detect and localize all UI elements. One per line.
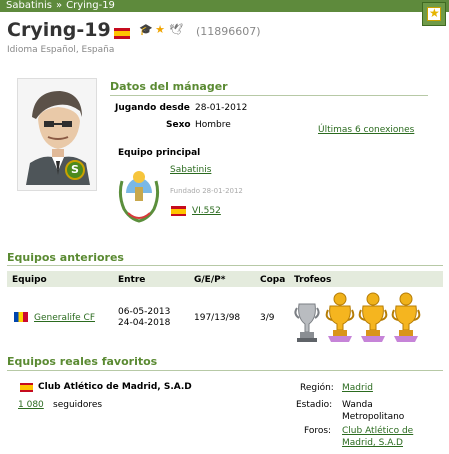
main-team-label: Equipo principal: [118, 148, 201, 158]
favorite-star-icon: ★: [427, 6, 441, 21]
star-icon[interactable]: ★: [154, 24, 166, 36]
playing-since-label: Jugando desde: [115, 103, 190, 113]
favorite-club-name: Club Atlético de Madrid, S.A.D: [38, 382, 192, 392]
divider: [7, 370, 443, 371]
column-header-trophies: Trofeos: [294, 275, 332, 285]
region-label: Región:: [300, 383, 334, 393]
region-link[interactable]: Madrid: [342, 383, 373, 393]
followers-count-link[interactable]: 1 080: [18, 400, 44, 410]
stadium-name-line2: Metropolitano: [342, 412, 405, 422]
team-founded: Fundado 28-01-2012: [170, 187, 243, 195]
page-title: Crying-19: [7, 19, 111, 41]
stadium-label: Estadio:: [296, 400, 333, 410]
manager-language-country: Idioma Español, España: [7, 45, 115, 55]
playing-since-value: 28-01-2012: [195, 103, 248, 113]
manager-data-heading: Datos del mánager: [110, 80, 228, 93]
date-to: 24-04-2018: [118, 318, 171, 328]
divider: [110, 95, 428, 96]
favorite-teams-heading: Equipos reales favoritos: [7, 355, 158, 368]
last-connections-link[interactable]: Últimas 6 conexiones: [318, 125, 414, 135]
manager-id: (11896607): [196, 25, 261, 38]
main-team-link[interactable]: Sabatinis: [170, 165, 211, 175]
club-crest-icon: [118, 171, 160, 223]
previous-teams-heading: Equipos anteriores: [7, 251, 124, 264]
spain-flag-icon: [171, 206, 186, 216]
forums-link-line1[interactable]: Club Atlético de: [342, 426, 413, 436]
spain-flag-icon: [20, 383, 33, 392]
moldova-flag-icon: [14, 312, 28, 322]
previous-team-link[interactable]: Generalife CF: [34, 313, 95, 323]
sex-value: Hombre: [195, 120, 231, 130]
gold-trophy-icon[interactable]: [358, 292, 388, 344]
forums-link-line2[interactable]: Madrid, S.A.D: [342, 438, 403, 448]
gold-trophy-icon[interactable]: [325, 292, 355, 344]
column-header-between: Entre: [118, 275, 146, 285]
column-header-gep: G/E/P*: [194, 275, 226, 285]
breadcrumb-current: Crying-19: [66, 0, 115, 11]
divider: [7, 265, 443, 266]
avatar-frame: [17, 78, 97, 191]
date-from: 06-05-2013: [118, 307, 171, 317]
cup-value: 3/9: [260, 313, 275, 323]
column-header-cup: Copa: [260, 275, 286, 285]
graduation-cap-icon[interactable]: 🎓: [139, 24, 153, 36]
favorite-button[interactable]: ★: [422, 2, 446, 26]
column-header-team: Equipo: [12, 275, 47, 285]
bird-icon[interactable]: 🕊: [169, 24, 183, 36]
followers-label: seguidores: [53, 400, 103, 410]
gold-trophy-icon[interactable]: [391, 292, 421, 344]
spain-flag-icon: [114, 28, 130, 39]
forums-label: Foros:: [304, 426, 332, 436]
gep-value: 197/13/98: [194, 313, 241, 323]
breadcrumb-separator: »: [55, 0, 63, 11]
manager-status-icons: 🎓 ★ 🕊: [139, 24, 183, 36]
supporter-badge-icon: S: [65, 160, 85, 180]
silver-cup-icon[interactable]: [293, 300, 321, 344]
breadcrumb-parent-link[interactable]: Sabatinis: [6, 0, 52, 11]
stadium-name-line1: Wanda: [342, 400, 373, 410]
league-link[interactable]: VI.552: [192, 206, 221, 216]
breadcrumb: Sabatinis» Crying-19: [0, 0, 449, 12]
sex-label: Sexo: [166, 120, 191, 130]
